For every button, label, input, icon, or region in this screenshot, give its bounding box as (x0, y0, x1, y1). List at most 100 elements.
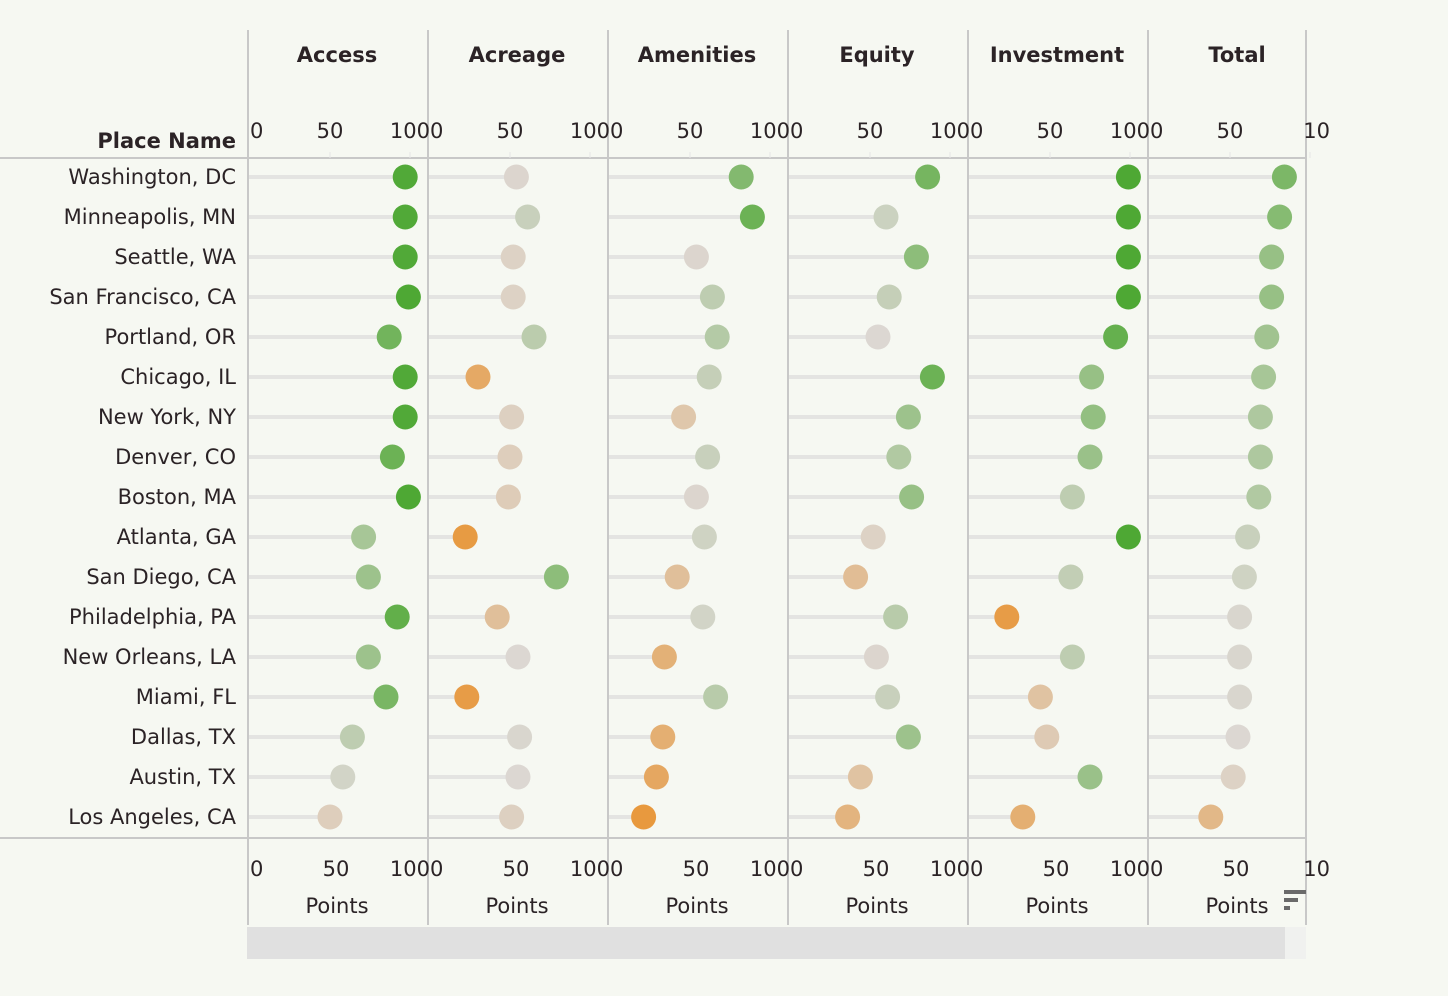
data-point[interactable] (696, 364, 722, 390)
data-point[interactable] (376, 324, 402, 350)
data-point[interactable] (495, 484, 521, 510)
data-point[interactable] (465, 364, 491, 390)
data-point[interactable] (515, 204, 541, 230)
data-point[interactable] (1271, 164, 1297, 190)
data-point[interactable] (1115, 284, 1141, 310)
data-point[interactable] (497, 444, 523, 470)
data-point[interactable] (355, 564, 381, 590)
data-point[interactable] (631, 804, 657, 830)
data-point[interactable] (650, 724, 676, 750)
data-point[interactable] (503, 164, 529, 190)
data-point[interactable] (1254, 324, 1280, 350)
data-point[interactable] (484, 604, 510, 630)
data-point[interactable] (1115, 164, 1141, 190)
data-point[interactable] (1103, 324, 1129, 350)
data-point[interactable] (994, 604, 1020, 630)
data-point[interactable] (499, 404, 525, 430)
data-point[interactable] (1259, 244, 1285, 270)
data-point[interactable] (683, 484, 709, 510)
data-point[interactable] (865, 324, 891, 350)
data-point[interactable] (454, 684, 480, 710)
data-point[interactable] (339, 724, 365, 750)
data-point[interactable] (728, 164, 754, 190)
data-point[interactable] (643, 764, 669, 790)
data-point[interactable] (355, 644, 381, 670)
data-point[interactable] (1027, 684, 1053, 710)
data-point[interactable] (915, 164, 941, 190)
data-point[interactable] (384, 604, 410, 630)
data-point[interactable] (860, 524, 886, 550)
horizontal-scrollbar[interactable] (247, 927, 1285, 959)
data-point[interactable] (899, 484, 925, 510)
data-point[interactable] (903, 244, 929, 270)
data-point[interactable] (683, 244, 709, 270)
data-point[interactable] (379, 444, 405, 470)
data-point[interactable] (1247, 444, 1273, 470)
data-point[interactable] (392, 164, 418, 190)
data-point[interactable] (1259, 284, 1285, 310)
data-point[interactable] (704, 324, 730, 350)
data-point[interactable] (703, 684, 729, 710)
data-point[interactable] (695, 444, 721, 470)
data-point[interactable] (392, 204, 418, 230)
data-point[interactable] (863, 644, 889, 670)
data-point[interactable] (835, 804, 861, 830)
data-point[interactable] (392, 244, 418, 270)
data-point[interactable] (691, 524, 717, 550)
data-point[interactable] (895, 724, 921, 750)
data-point[interactable] (1059, 644, 1085, 670)
data-point[interactable] (452, 524, 478, 550)
data-point[interactable] (543, 564, 569, 590)
data-point[interactable] (1227, 684, 1253, 710)
data-point[interactable] (1246, 484, 1272, 510)
data-point[interactable] (739, 204, 765, 230)
data-point[interactable] (392, 404, 418, 430)
data-point[interactable] (392, 364, 418, 390)
data-point[interactable] (1225, 724, 1251, 750)
data-point[interactable] (1077, 764, 1103, 790)
data-point[interactable] (317, 804, 343, 830)
data-point[interactable] (500, 244, 526, 270)
data-point[interactable] (690, 604, 716, 630)
data-point[interactable] (873, 204, 899, 230)
data-point[interactable] (886, 444, 912, 470)
data-point[interactable] (1267, 204, 1293, 230)
data-point[interactable] (1247, 404, 1273, 430)
data-point[interactable] (1227, 644, 1253, 670)
data-point[interactable] (521, 324, 547, 350)
data-point[interactable] (847, 764, 873, 790)
data-point[interactable] (1115, 524, 1141, 550)
data-point[interactable] (330, 764, 356, 790)
data-point[interactable] (1080, 404, 1106, 430)
data-point[interactable] (395, 484, 421, 510)
data-point[interactable] (1220, 764, 1246, 790)
data-point[interactable] (1251, 364, 1277, 390)
data-point[interactable] (1235, 524, 1261, 550)
data-point[interactable] (395, 284, 421, 310)
data-point[interactable] (1058, 564, 1084, 590)
sort-descending-icon[interactable] (1284, 890, 1306, 912)
data-point[interactable] (1034, 724, 1060, 750)
data-point[interactable] (1198, 804, 1224, 830)
data-point[interactable] (1077, 444, 1103, 470)
data-point[interactable] (843, 564, 869, 590)
data-point[interactable] (507, 724, 533, 750)
data-point[interactable] (505, 644, 531, 670)
data-point[interactable] (351, 524, 377, 550)
data-point[interactable] (883, 604, 909, 630)
data-point[interactable] (876, 284, 902, 310)
data-point[interactable] (1059, 484, 1085, 510)
data-point[interactable] (671, 404, 697, 430)
data-point[interactable] (1231, 564, 1257, 590)
data-point[interactable] (373, 684, 399, 710)
data-point[interactable] (1115, 204, 1141, 230)
data-point[interactable] (895, 404, 921, 430)
data-point[interactable] (500, 284, 526, 310)
data-point[interactable] (505, 764, 531, 790)
data-point[interactable] (1227, 604, 1253, 630)
data-point[interactable] (699, 284, 725, 310)
data-point[interactable] (651, 644, 677, 670)
data-point[interactable] (919, 364, 945, 390)
data-point[interactable] (664, 564, 690, 590)
data-point[interactable] (1115, 244, 1141, 270)
